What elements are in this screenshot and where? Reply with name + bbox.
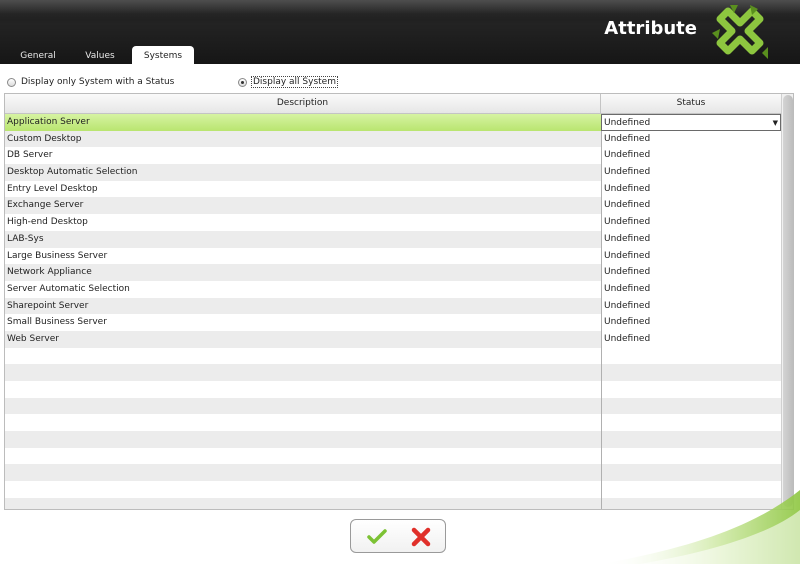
status-value: Undefined <box>604 267 651 278</box>
status-cell <box>601 381 781 398</box>
scrollbar-thumb[interactable] <box>783 95 793 507</box>
status-cell[interactable]: Undefined <box>601 247 781 265</box>
description-cell: Large Business Server <box>7 250 108 261</box>
radio-button[interactable] <box>7 77 16 87</box>
radio-display-all[interactable]: Display all System <box>238 76 338 88</box>
status-value: Undefined <box>604 217 651 228</box>
empty-row <box>5 347 781 365</box>
decorative-swoosh <box>600 490 800 564</box>
status-value: Undefined <box>604 200 651 211</box>
status-value: Undefined <box>604 167 651 178</box>
tab-systems[interactable]: Systems <box>132 46 194 64</box>
description-cell: DB Server <box>7 150 53 161</box>
table-row[interactable]: DB Server Undefined <box>5 147 781 165</box>
table-row[interactable]: Network Appliance Undefined <box>5 264 781 281</box>
description-cell: LAB-Sys <box>7 233 44 244</box>
status-cell <box>601 347 781 365</box>
status-cell[interactable]: Undefined <box>601 164 781 181</box>
cross-icon[interactable] <box>411 527 431 547</box>
status-value: Undefined <box>604 317 651 328</box>
radio-button-checked[interactable] <box>238 77 247 87</box>
status-cell <box>601 414 781 432</box>
status-cell[interactable]: Undefined <box>601 264 781 281</box>
tab-values[interactable]: Values <box>72 48 128 64</box>
status-cell[interactable]: Undefined <box>601 314 781 331</box>
radio-display-all-label: Display all System <box>251 76 338 88</box>
systems-grid: Description Status Application Server Und… <box>4 93 794 510</box>
status-cell <box>601 447 781 465</box>
description-cell: Web Server <box>7 333 59 344</box>
table-row[interactable]: Exchange Server Undefined <box>5 197 781 215</box>
table-row[interactable]: Entry Level Desktop Undefined <box>5 180 781 198</box>
empty-row <box>5 414 781 432</box>
status-cell[interactable]: Undefined <box>601 330 781 348</box>
window-title: Attribute <box>604 18 697 39</box>
vertical-scrollbar[interactable] <box>781 94 793 509</box>
status-cell[interactable]: Undefined <box>601 230 781 248</box>
status-cell[interactable]: Undefined <box>601 280 781 298</box>
radio-status-only-label: Display only System with a Status <box>21 77 175 87</box>
empty-row <box>5 381 781 398</box>
header-shine <box>0 0 800 20</box>
description-cell: Desktop Automatic Selection <box>7 167 138 178</box>
description-cell: Custom Desktop <box>7 133 82 144</box>
grid-rows: Application Server Undefined ▼ Custom Deskt… <box>5 114 781 509</box>
dropdown-arrow-icon[interactable]: ▼ <box>773 115 778 132</box>
status-cell[interactable]: Undefined <box>601 180 781 198</box>
radio-status-only[interactable]: Display only System with a Status <box>7 76 174 88</box>
tab-general[interactable]: General <box>10 48 66 64</box>
dialog-buttons <box>350 519 446 553</box>
description-cell: Small Business Server <box>7 317 107 328</box>
title-bar: Attribute General Values <box>0 0 800 64</box>
description-cell: Exchange Server <box>7 200 84 211</box>
status-value: Undefined <box>604 150 651 161</box>
table-row[interactable]: Web Server Undefined <box>5 330 781 348</box>
table-row[interactable]: Custom Desktop Undefined <box>5 130 781 148</box>
table-row[interactable]: High-end Desktop Undefined <box>5 214 781 231</box>
checkmark-icon[interactable] <box>367 527 387 547</box>
column-header-description[interactable]: Description <box>5 94 601 113</box>
brand-logo-icon <box>712 5 768 59</box>
status-value: Undefined <box>604 250 651 261</box>
description-cell: Server Automatic Selection <box>7 283 130 294</box>
status-cell <box>601 431 781 448</box>
status-cell[interactable]: Undefined <box>601 214 781 231</box>
column-header-status[interactable]: Status <box>601 94 781 113</box>
status-cell <box>601 397 781 415</box>
description-cell: Application Server <box>7 117 90 127</box>
status-value: Undefined <box>604 133 651 144</box>
table-row[interactable]: LAB-Sys Undefined <box>5 230 781 248</box>
description-cell: Entry Level Desktop <box>7 183 98 194</box>
status-value: Undefined <box>604 233 651 244</box>
status-value: Undefined <box>604 283 651 294</box>
status-cell <box>601 364 781 381</box>
status-cell[interactable]: Undefined <box>601 147 781 165</box>
status-cell[interactable]: Undefined <box>601 197 781 215</box>
description-cell: Sharepoint Server <box>7 300 89 311</box>
empty-row <box>5 397 781 415</box>
status-value: Undefined <box>604 183 651 194</box>
table-row[interactable]: Application Server Undefined ▼ <box>5 114 781 131</box>
status-value: Undefined <box>604 300 651 311</box>
status-cell[interactable]: Undefined <box>601 130 781 148</box>
status-cell[interactable]: Undefined ▼ <box>601 114 781 131</box>
table-row[interactable]: Small Business Server Undefined <box>5 314 781 331</box>
status-cell[interactable]: Undefined <box>601 297 781 315</box>
description-cell: High-end Desktop <box>7 217 88 228</box>
empty-row <box>5 364 781 381</box>
status-value: Undefined <box>604 118 651 128</box>
table-row[interactable]: Sharepoint Server Undefined <box>5 297 781 315</box>
description-cell: Network Appliance <box>7 267 92 278</box>
empty-row <box>5 431 781 448</box>
table-row[interactable]: Server Automatic Selection Undefined <box>5 280 781 298</box>
grid-header: Description Status <box>5 94 781 114</box>
table-row[interactable]: Large Business Server Undefined <box>5 247 781 265</box>
table-row[interactable]: Desktop Automatic Selection Undefined <box>5 164 781 181</box>
status-value: Undefined <box>604 333 651 344</box>
empty-row <box>5 447 781 465</box>
